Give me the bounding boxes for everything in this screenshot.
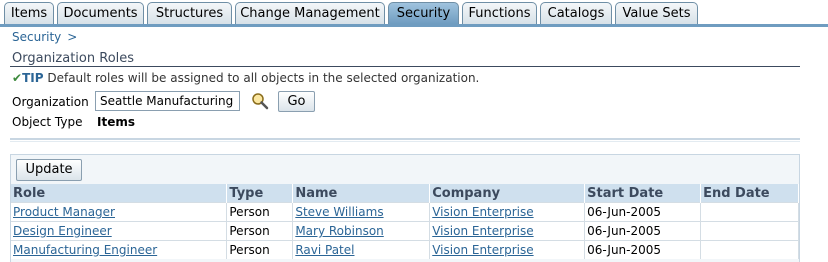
breadcrumb-separator: > [67,30,78,44]
flashlight-search-icon[interactable] [251,92,269,110]
cell-company: Vision Enterprise [429,240,586,259]
cell-name: Ravi Patel [292,240,431,259]
tab-security[interactable]: Security [388,2,459,24]
company-link[interactable]: Vision Enterprise [432,205,533,219]
company-link[interactable]: Vision Enterprise [432,243,533,257]
object-type-value: Items [97,115,135,129]
tip-text: Default roles will be assigned to all ob… [47,71,480,85]
object-type-label: Object Type [12,115,83,129]
tab-functions[interactable]: Functions [462,2,537,24]
column-header-start-date[interactable]: Start Date [584,184,702,203]
cell-start-date: 06-Jun-2005 [584,221,702,241]
organization-label: Organization [12,95,89,109]
cell-name: Mary Robinson [292,221,431,241]
column-header-role[interactable]: Role [11,184,228,203]
column-header-type[interactable]: Type [226,184,294,203]
roles-table: Role Type Name Company Start Date End Da… [11,184,799,259]
table-row: Manufacturing Engineer Person Ravi Patel… [11,240,799,259]
table-header-row: Role Type Name Company Start Date End Da… [11,184,799,203]
tab-items[interactable]: Items [4,2,54,24]
tab-bar: Items Documents Structures Change Manage… [0,0,828,27]
name-link[interactable]: Mary Robinson [295,224,383,238]
name-link[interactable]: Ravi Patel [295,243,354,257]
cell-start-date: 06-Jun-2005 [584,202,702,222]
update-button[interactable]: Update [16,159,82,181]
table-row: Design Engineer Person Mary Robinson Vis… [11,221,799,241]
tab-value-sets[interactable]: Value Sets [615,2,698,24]
tab-documents[interactable]: Documents [57,2,144,24]
section-rule [10,66,800,67]
tab-catalogs[interactable]: Catalogs [540,2,612,24]
tip-label: TIP [22,71,44,85]
cell-company: Vision Enterprise [429,202,586,222]
cell-type: Person [226,240,294,259]
cell-role: Design Engineer [11,221,228,241]
breadcrumb: Security > [12,30,77,44]
table-row: Product Manager Person Steve Williams Vi… [11,202,799,222]
cell-company: Vision Enterprise [429,221,586,241]
cell-type: Person [226,221,294,241]
cell-role: Manufacturing Engineer [11,240,228,259]
cell-end-date [700,221,799,241]
tab-structures[interactable]: Structures [147,2,232,24]
cell-start-date: 06-Jun-2005 [584,240,702,259]
role-link[interactable]: Design Engineer [13,224,112,238]
breadcrumb-security-link[interactable]: Security [12,30,61,44]
column-header-company[interactable]: Company [429,184,586,203]
section-divider [10,138,800,140]
column-header-end-date[interactable]: End Date [700,184,799,203]
cell-name: Steve Williams [292,202,431,222]
go-button[interactable]: Go [278,91,315,112]
role-link[interactable]: Product Manager [13,205,115,219]
section-title: Organization Roles [12,51,135,66]
role-link[interactable]: Manufacturing Engineer [13,243,157,257]
tab-underline [0,24,828,27]
company-link[interactable]: Vision Enterprise [432,224,533,238]
tab-change-management[interactable]: Change Management [235,2,385,24]
section-divider-light [10,141,800,142]
tip-message: ✔TIP Default roles will be assigned to a… [12,71,479,85]
organization-input[interactable] [95,91,240,111]
checkmark-icon: ✔ [12,71,23,85]
cell-end-date [700,240,799,259]
cell-type: Person [226,202,294,222]
name-link[interactable]: Steve Williams [295,205,383,219]
column-header-name[interactable]: Name [292,184,431,203]
cell-end-date [700,202,799,222]
cell-role: Product Manager [11,202,228,222]
